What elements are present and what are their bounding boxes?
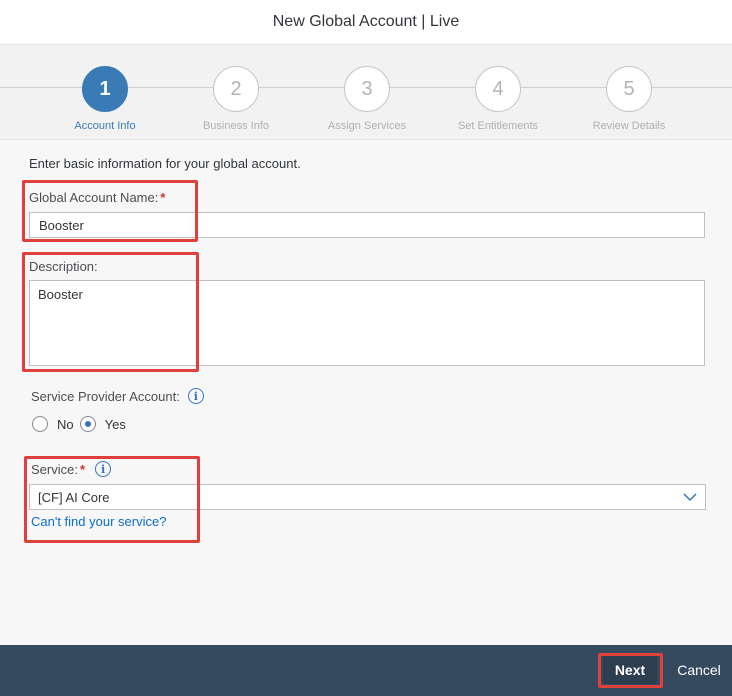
- description-textarea[interactable]: Booster: [29, 280, 705, 366]
- wizard-step-review-details: 5 Review Details: [569, 66, 689, 132]
- cancel-button[interactable]: Cancel: [671, 656, 727, 684]
- description-value: Booster: [38, 287, 83, 302]
- form-content: Enter basic information for your global …: [0, 140, 732, 645]
- service-provider-radio-group: No Yes: [32, 416, 126, 432]
- required-marker: *: [79, 461, 86, 477]
- step-label: Review Details: [592, 120, 666, 132]
- radio-yes-label: Yes: [104, 416, 126, 432]
- form-intro-text: Enter basic information for your global …: [29, 156, 301, 171]
- account-name-input[interactable]: Booster: [29, 212, 705, 238]
- wizard-step-assign-services: 3 Assign Services: [307, 66, 427, 132]
- service-label: Service: * i: [31, 461, 112, 477]
- step-label: Business Info: [202, 120, 270, 132]
- step-number: 4: [475, 66, 521, 112]
- info-circle-icon[interactable]: i: [95, 461, 112, 477]
- dialog-header: New Global Account | Live: [0, 0, 732, 45]
- wizard-step-business-info: 2 Business Info: [176, 66, 296, 132]
- service-provider-label-text: Service Provider Account:: [31, 388, 180, 404]
- step-number: 2: [213, 66, 259, 112]
- cant-find-service-link[interactable]: Can't find your service?: [31, 514, 166, 529]
- dialog-footer: Next Cancel: [0, 645, 732, 696]
- wizard-step-set-entitlements: 4 Set Entitlements: [438, 66, 558, 132]
- account-name-label-text: Global Account Name:: [29, 190, 159, 205]
- description-label: Description:: [29, 259, 98, 274]
- account-name-value: Booster: [39, 217, 84, 233]
- next-button[interactable]: Next: [603, 656, 657, 684]
- step-label: Assign Services: [327, 120, 407, 132]
- service-label-text: Service:: [31, 461, 78, 477]
- step-number: 3: [344, 66, 390, 112]
- service-provider-label: Service Provider Account: i: [31, 388, 204, 404]
- service-selected-value: [CF] AI Core: [38, 489, 110, 505]
- account-name-label: Global Account Name: *: [29, 190, 165, 205]
- step-number: 1: [82, 66, 128, 112]
- step-label: Account Info: [74, 120, 136, 132]
- wizard-step-account-info[interactable]: 1 Account Info: [45, 66, 165, 132]
- step-label: Set Entitlements: [457, 120, 539, 132]
- radio-no-label: No: [57, 416, 74, 432]
- info-circle-icon[interactable]: i: [187, 388, 204, 404]
- radio-no[interactable]: [32, 416, 48, 432]
- step-number: 5: [606, 66, 652, 112]
- required-marker: *: [160, 190, 166, 205]
- dialog-title: New Global Account | Live: [272, 13, 460, 30]
- chevron-down-icon[interactable]: [683, 492, 697, 502]
- wizard-progress-bar: 1 Account Info 2 Business Info 3 Assign …: [0, 45, 732, 140]
- radio-yes[interactable]: [79, 416, 96, 432]
- service-select[interactable]: [CF] AI Core: [29, 484, 706, 510]
